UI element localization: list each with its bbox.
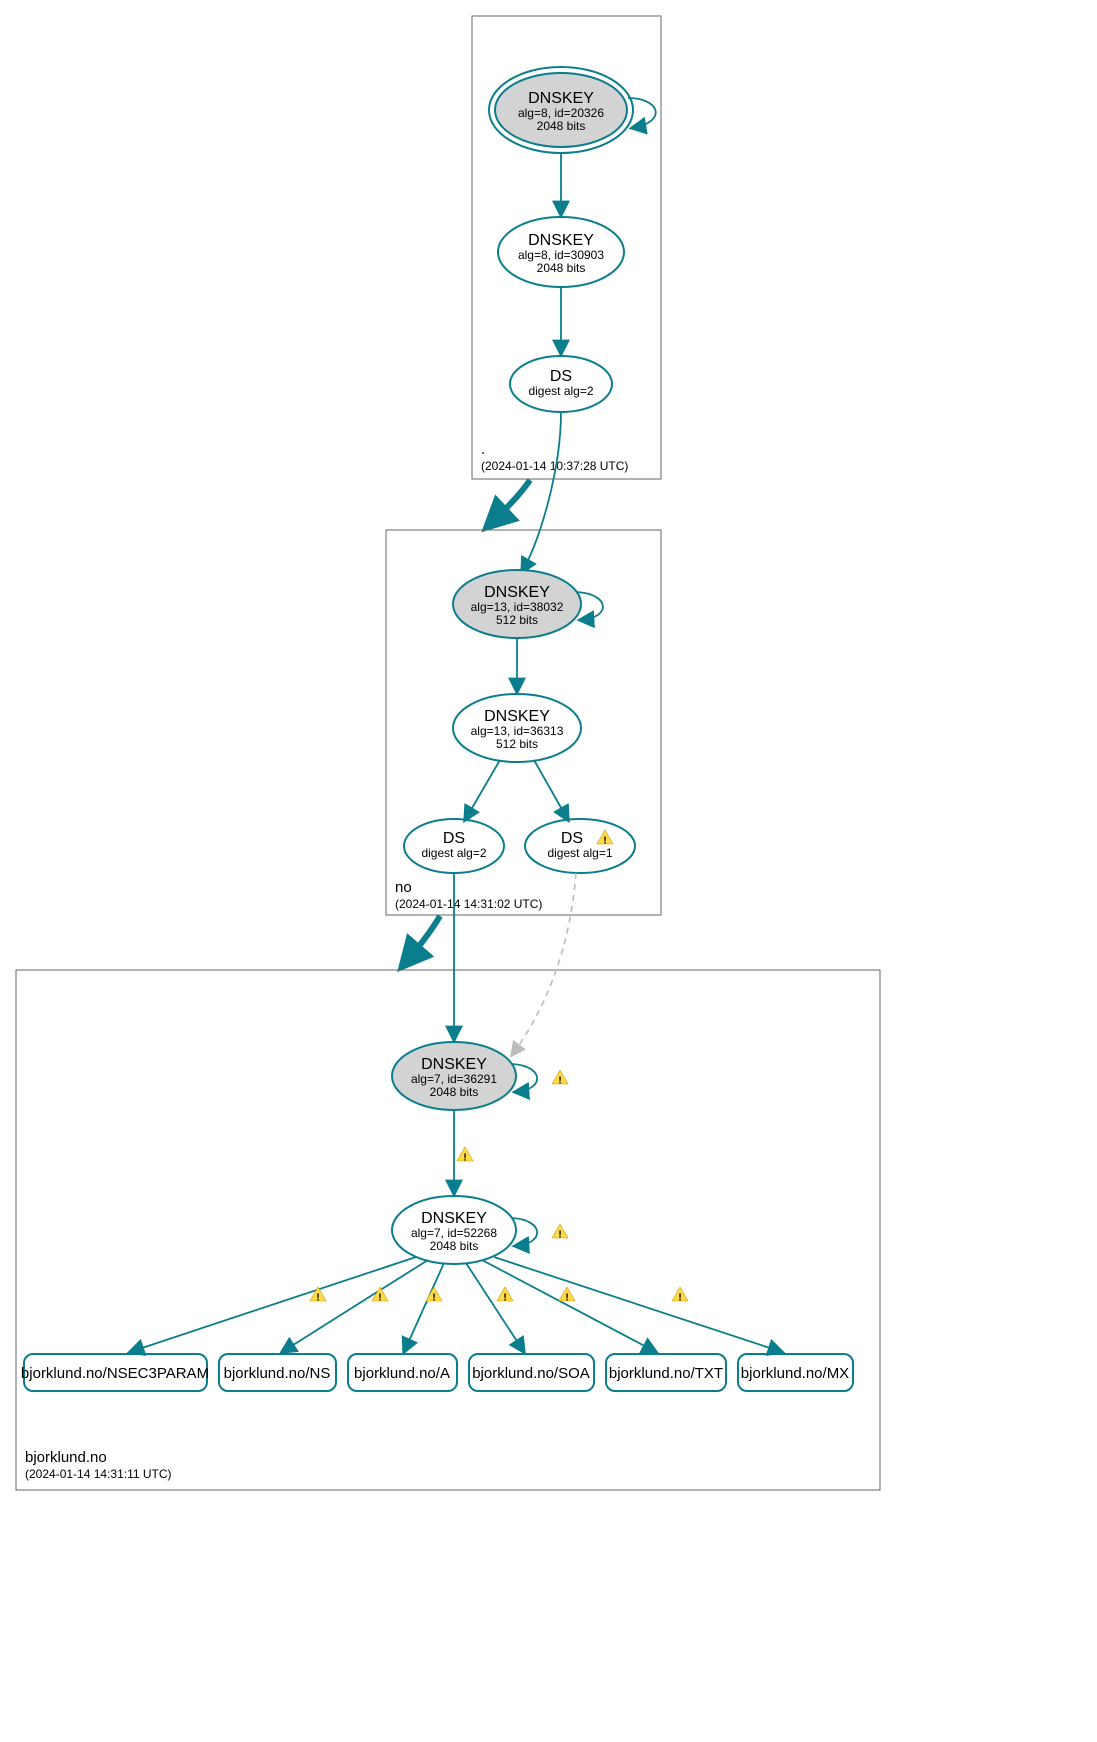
node-root-zsk: DNSKEY alg=8, id=30903 2048 bits [498, 217, 624, 287]
svg-text:2048 bits: 2048 bits [430, 1085, 479, 1099]
edge-zsk-rr1 [130, 1257, 416, 1352]
svg-text:DNSKEY: DNSKEY [421, 1210, 487, 1227]
edge-zsk-rr5 [482, 1260, 656, 1352]
rr-label: bjorklund.no/TXT [609, 1365, 723, 1382]
node-no-ds2: DS digest alg=1 [525, 819, 635, 873]
svg-text:DNSKEY: DNSKEY [484, 584, 550, 601]
edge-zsk-rr2 [282, 1260, 428, 1352]
warn-icon [672, 1287, 688, 1304]
svg-text:2048 bits: 2048 bits [537, 261, 586, 275]
node-leaf-ksk: DNSKEY alg=7, id=36291 2048 bits [392, 1042, 516, 1110]
warn-icon [552, 1224, 568, 1241]
edge-no-zsk-ds1 [465, 760, 500, 820]
svg-text:2048 bits: 2048 bits [430, 1239, 479, 1253]
svg-text:DS: DS [443, 830, 465, 847]
edge-no-zsk-ds2 [534, 760, 568, 820]
zone-label-leaf: bjorklund.no [25, 1449, 107, 1466]
svg-text:512 bits: 512 bits [496, 613, 538, 627]
svg-text:DS: DS [550, 368, 572, 385]
edge-zsk-rr3 [404, 1263, 444, 1352]
svg-text:alg=8, id=30903: alg=8, id=30903 [518, 248, 604, 262]
rr-label: bjorklund.no/NS [224, 1365, 331, 1382]
svg-text:DNSKEY: DNSKEY [528, 232, 594, 249]
svg-text:alg=8, id=20326: alg=8, id=20326 [518, 106, 604, 120]
rr-boxes: bjorklund.no/NSEC3PARAM bjorklund.no/NS … [21, 1354, 853, 1391]
svg-text:DS: DS [561, 830, 583, 847]
warn-icon [310, 1287, 326, 1304]
zone-label-no: no [395, 879, 412, 896]
node-no-zsk: DNSKEY alg=13, id=36313 512 bits [453, 694, 581, 762]
svg-text:DNSKEY: DNSKEY [421, 1056, 487, 1073]
rr-label: bjorklund.no/MX [741, 1365, 849, 1382]
zone-time-no: (2024-01-14 14:31:02 UTC) [395, 897, 542, 911]
svg-text:digest alg=2: digest alg=2 [421, 846, 486, 860]
svg-text:digest alg=1: digest alg=1 [547, 846, 612, 860]
svg-text:DNSKEY: DNSKEY [484, 708, 550, 725]
node-root-ds: DS digest alg=2 [510, 356, 612, 412]
edge-zone-root-no [490, 480, 530, 524]
warn-icon [426, 1287, 442, 1304]
zone-time-leaf: (2024-01-14 14:31:11 UTC) [25, 1467, 172, 1481]
svg-text:alg=7, id=52268: alg=7, id=52268 [411, 1226, 497, 1240]
svg-text:2048 bits: 2048 bits [537, 119, 586, 133]
node-no-ds1: DS digest alg=2 [404, 819, 504, 873]
edge-rootds-noksk [522, 412, 561, 572]
svg-text:alg=7, id=36291: alg=7, id=36291 [411, 1072, 497, 1086]
rr-label: bjorklund.no/SOA [472, 1365, 590, 1382]
warn-icon [457, 1147, 473, 1164]
node-root-ksk: DNSKEY alg=8, id=20326 2048 bits [489, 67, 633, 153]
warn-icon [372, 1287, 388, 1304]
node-leaf-zsk: DNSKEY alg=7, id=52268 2048 bits [392, 1196, 516, 1264]
edge-zone-no-leaf [405, 916, 440, 963]
svg-text:digest alg=2: digest alg=2 [528, 384, 593, 398]
rr-label: bjorklund.no/A [354, 1365, 450, 1382]
edge-zsk-rr6 [494, 1257, 782, 1352]
zone-label-root: . [481, 441, 485, 458]
warn-icon [497, 1287, 513, 1304]
node-no-ksk: DNSKEY alg=13, id=38032 512 bits [453, 570, 581, 638]
svg-text:512 bits: 512 bits [496, 737, 538, 751]
warn-icon [552, 1070, 568, 1087]
rr-label: bjorklund.no/NSEC3PARAM [21, 1365, 209, 1382]
svg-text:alg=13, id=36313: alg=13, id=36313 [471, 724, 564, 738]
warn-icon [559, 1287, 575, 1304]
svg-text:alg=13, id=38032: alg=13, id=38032 [471, 600, 564, 614]
svg-text:DNSKEY: DNSKEY [528, 90, 594, 107]
edge-zsk-rr4 [466, 1263, 524, 1352]
